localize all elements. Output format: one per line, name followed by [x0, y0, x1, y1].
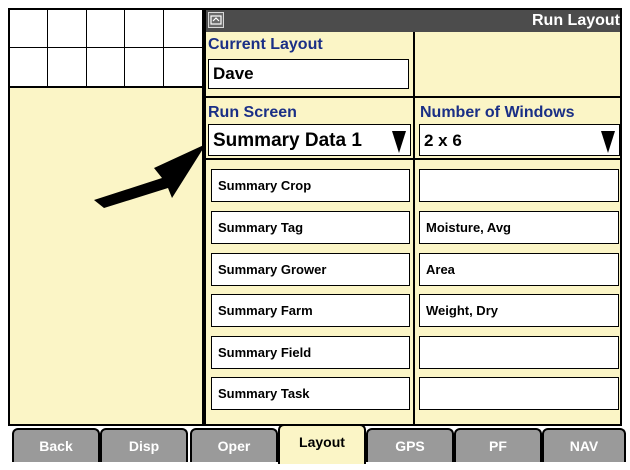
- current-layout-field[interactable]: Dave: [208, 59, 409, 89]
- number-of-windows-label: Number of Windows: [420, 104, 575, 121]
- layout-preview-grid: [8, 8, 204, 88]
- run-screen-label: Run Screen: [208, 104, 297, 121]
- grid-cell: [125, 48, 164, 86]
- grid-cell: [10, 48, 49, 86]
- window-slot-right[interactable]: Area: [419, 253, 619, 286]
- column-divider: [413, 32, 415, 425]
- window-slot-left[interactable]: Summary Field: [211, 336, 410, 369]
- window-slot-left[interactable]: Summary Grower: [211, 253, 410, 286]
- grid-cell: [48, 10, 87, 48]
- window-slot-right[interactable]: [419, 377, 619, 410]
- tab-layout[interactable]: Layout: [278, 424, 366, 464]
- window-slot-right[interactable]: Weight, Dry: [419, 294, 619, 327]
- arrow-pointer-icon: [94, 144, 206, 208]
- window-slot-right[interactable]: [419, 169, 619, 202]
- grid-cell: [163, 10, 202, 48]
- number-of-windows-dropdown[interactable]: 2 x 6: [419, 124, 620, 156]
- current-layout-label: Current Layout: [208, 36, 323, 53]
- grid-cell: [164, 48, 202, 86]
- dropdown-arrow-icon: [392, 131, 406, 153]
- grid-cell: [10, 10, 49, 48]
- tab-disp[interactable]: Disp: [100, 428, 188, 462]
- grid-cell: [87, 48, 126, 86]
- grid-cell: [48, 48, 87, 86]
- tab-pf[interactable]: PF: [454, 428, 542, 462]
- tab-back[interactable]: Back: [12, 428, 100, 462]
- tab-nav[interactable]: NAV: [542, 428, 626, 462]
- grid-cell: [86, 10, 126, 48]
- run-screen-value: Summary Data 1: [213, 130, 362, 151]
- layout-screen-icon: [208, 12, 224, 28]
- window-slot-left[interactable]: Summary Task: [211, 377, 410, 410]
- window-slot-left[interactable]: Summary Crop: [211, 169, 410, 202]
- number-of-windows-value: 2 x 6: [424, 131, 462, 150]
- dropdown-arrow-icon: [601, 131, 615, 153]
- window-slot-right[interactable]: [419, 336, 619, 369]
- window-slot-left[interactable]: Summary Farm: [211, 294, 410, 327]
- run-screen-dropdown[interactable]: Summary Data 1: [208, 124, 411, 156]
- tab-oper[interactable]: Oper: [190, 428, 278, 462]
- row-divider: [206, 158, 620, 160]
- tab-gps[interactable]: GPS: [366, 428, 454, 462]
- row-divider: [206, 96, 620, 98]
- window-slot-right[interactable]: Moisture, Avg: [419, 211, 619, 244]
- grid-cell: [125, 10, 164, 48]
- window-title: Run Layout: [532, 12, 620, 29]
- window-slot-left[interactable]: Summary Tag: [211, 211, 410, 244]
